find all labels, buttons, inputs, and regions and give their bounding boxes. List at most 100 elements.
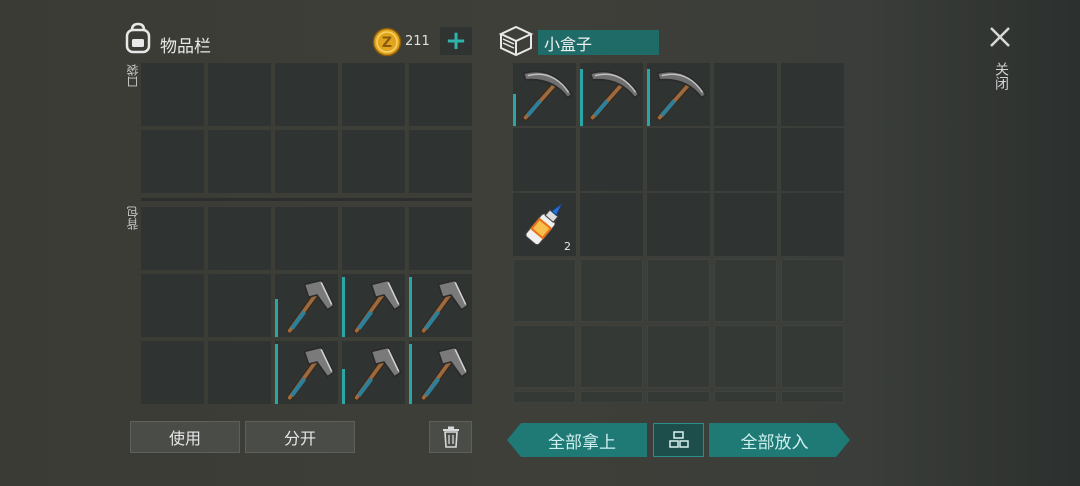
backpack-slot[interactable] (275, 207, 338, 270)
backpack-slot[interactable] (141, 207, 204, 270)
container-slot-locked (714, 259, 777, 322)
container-slot[interactable] (647, 193, 710, 256)
pickaxe-icon (513, 63, 576, 126)
pocket-slot[interactable] (409, 130, 472, 193)
box-icon (498, 24, 534, 57)
pocket-slot[interactable] (342, 130, 405, 193)
durability-bar (409, 344, 412, 404)
container-slot[interactable] (781, 128, 844, 191)
hatchet-icon (275, 341, 338, 404)
durability-bar (580, 69, 583, 126)
container-slot[interactable] (647, 128, 710, 191)
container-slot-locked (647, 325, 710, 388)
section-divider (141, 198, 472, 201)
pocket-slot[interactable] (208, 130, 271, 193)
backpack-slot[interactable] (208, 341, 271, 404)
pocket-label: 口袋 (126, 64, 140, 88)
pocket-slot[interactable] (141, 130, 204, 193)
container-slot[interactable] (714, 63, 777, 126)
backpack-icon (123, 22, 153, 54)
durability-bar (647, 69, 650, 126)
close-icon (990, 27, 1010, 47)
pocket-slot[interactable] (275, 130, 338, 193)
container-slot[interactable] (714, 128, 777, 191)
container-slot[interactable] (513, 128, 576, 191)
svg-text:Z: Z (382, 35, 392, 51)
backpack-slot-hatchet[interactable] (409, 341, 472, 404)
durability-bar (342, 369, 345, 404)
durability-bar (275, 344, 278, 404)
container-slot[interactable] (580, 193, 643, 256)
backpack-slot[interactable] (208, 274, 271, 337)
container-slot-locked (513, 325, 576, 388)
durability-bar (275, 299, 278, 337)
add-coins-button[interactable]: + (440, 27, 472, 55)
container-slot-locked (580, 391, 643, 403)
pickaxe-icon (647, 63, 710, 126)
take-all-label: 全部拿上 (548, 432, 616, 453)
backpack-label: 背包 (126, 206, 140, 230)
container-slot-locked (580, 325, 643, 388)
container-slot-locked (714, 325, 777, 388)
pocket-slot[interactable] (409, 63, 472, 126)
container-slot-locked (714, 391, 777, 403)
put-all-button[interactable]: 全部放入 (709, 423, 850, 457)
container-slot-locked (580, 259, 643, 322)
close-label: 关闭 (993, 62, 1009, 90)
backpack-slot[interactable] (141, 274, 204, 337)
container-title-field[interactable]: 小盒子 (538, 30, 659, 55)
backpack-slot-hatchet[interactable] (342, 274, 405, 337)
container-slot[interactable] (714, 193, 777, 256)
pocket-slot[interactable] (208, 63, 271, 126)
sort-button[interactable] (653, 423, 704, 457)
item-count: 2 (564, 240, 571, 253)
inventory-title: 物品栏 (160, 37, 211, 57)
take-all-button[interactable]: 全部拿上 (507, 423, 647, 457)
plus-icon: + (445, 26, 467, 56)
pocket-slot[interactable] (342, 63, 405, 126)
container-title: 小盒子 (544, 34, 593, 54)
coin-count: 211 (405, 34, 430, 49)
container-slot-locked (781, 325, 844, 388)
container-slot[interactable] (580, 128, 643, 191)
container-slot-pickaxe[interactable] (580, 63, 643, 126)
container-slot[interactable] (781, 193, 844, 256)
split-button[interactable]: 分开 (245, 421, 355, 453)
put-all-label: 全部放入 (740, 432, 809, 453)
coin-icon: Z (372, 27, 402, 57)
durability-bar (513, 94, 516, 126)
container-slot-locked (647, 259, 710, 322)
durability-bar (342, 277, 345, 337)
backpack-slot-hatchet[interactable] (275, 341, 338, 404)
backpack-slot-hatchet[interactable] (342, 341, 405, 404)
hatchet-icon (342, 341, 405, 404)
container-slot-locked (781, 259, 844, 322)
container-slot-glue[interactable]: 2 (513, 193, 576, 256)
close-button[interactable]: 关闭 (984, 22, 1016, 102)
backpack-slot-hatchet[interactable] (409, 274, 472, 337)
backpack-slot[interactable] (342, 207, 405, 270)
trash-icon (442, 426, 459, 448)
container-slot-pickaxe[interactable] (647, 63, 710, 126)
hatchet-icon (275, 274, 338, 337)
container-slot-locked (513, 391, 576, 403)
hatchet-icon (409, 274, 472, 337)
grid-sort-icon (668, 431, 689, 448)
hatchet-icon (342, 274, 405, 337)
durability-bar (409, 277, 412, 337)
backpack-slot-hatchet[interactable] (275, 274, 338, 337)
container-slot-locked (647, 391, 710, 403)
container-slot-pickaxe[interactable] (513, 63, 576, 126)
backpack-slot[interactable] (409, 207, 472, 270)
pocket-slot[interactable] (141, 63, 204, 126)
use-button[interactable]: 使用 (130, 421, 240, 453)
container-slot[interactable] (781, 63, 844, 126)
backpack-slot[interactable] (208, 207, 271, 270)
trash-button[interactable] (429, 421, 472, 453)
pocket-slot[interactable] (275, 63, 338, 126)
container-slot-locked (781, 391, 844, 403)
container-slot-locked (513, 259, 576, 322)
backpack-slot[interactable] (141, 341, 204, 404)
hatchet-icon (409, 341, 472, 404)
pickaxe-icon (580, 63, 643, 126)
